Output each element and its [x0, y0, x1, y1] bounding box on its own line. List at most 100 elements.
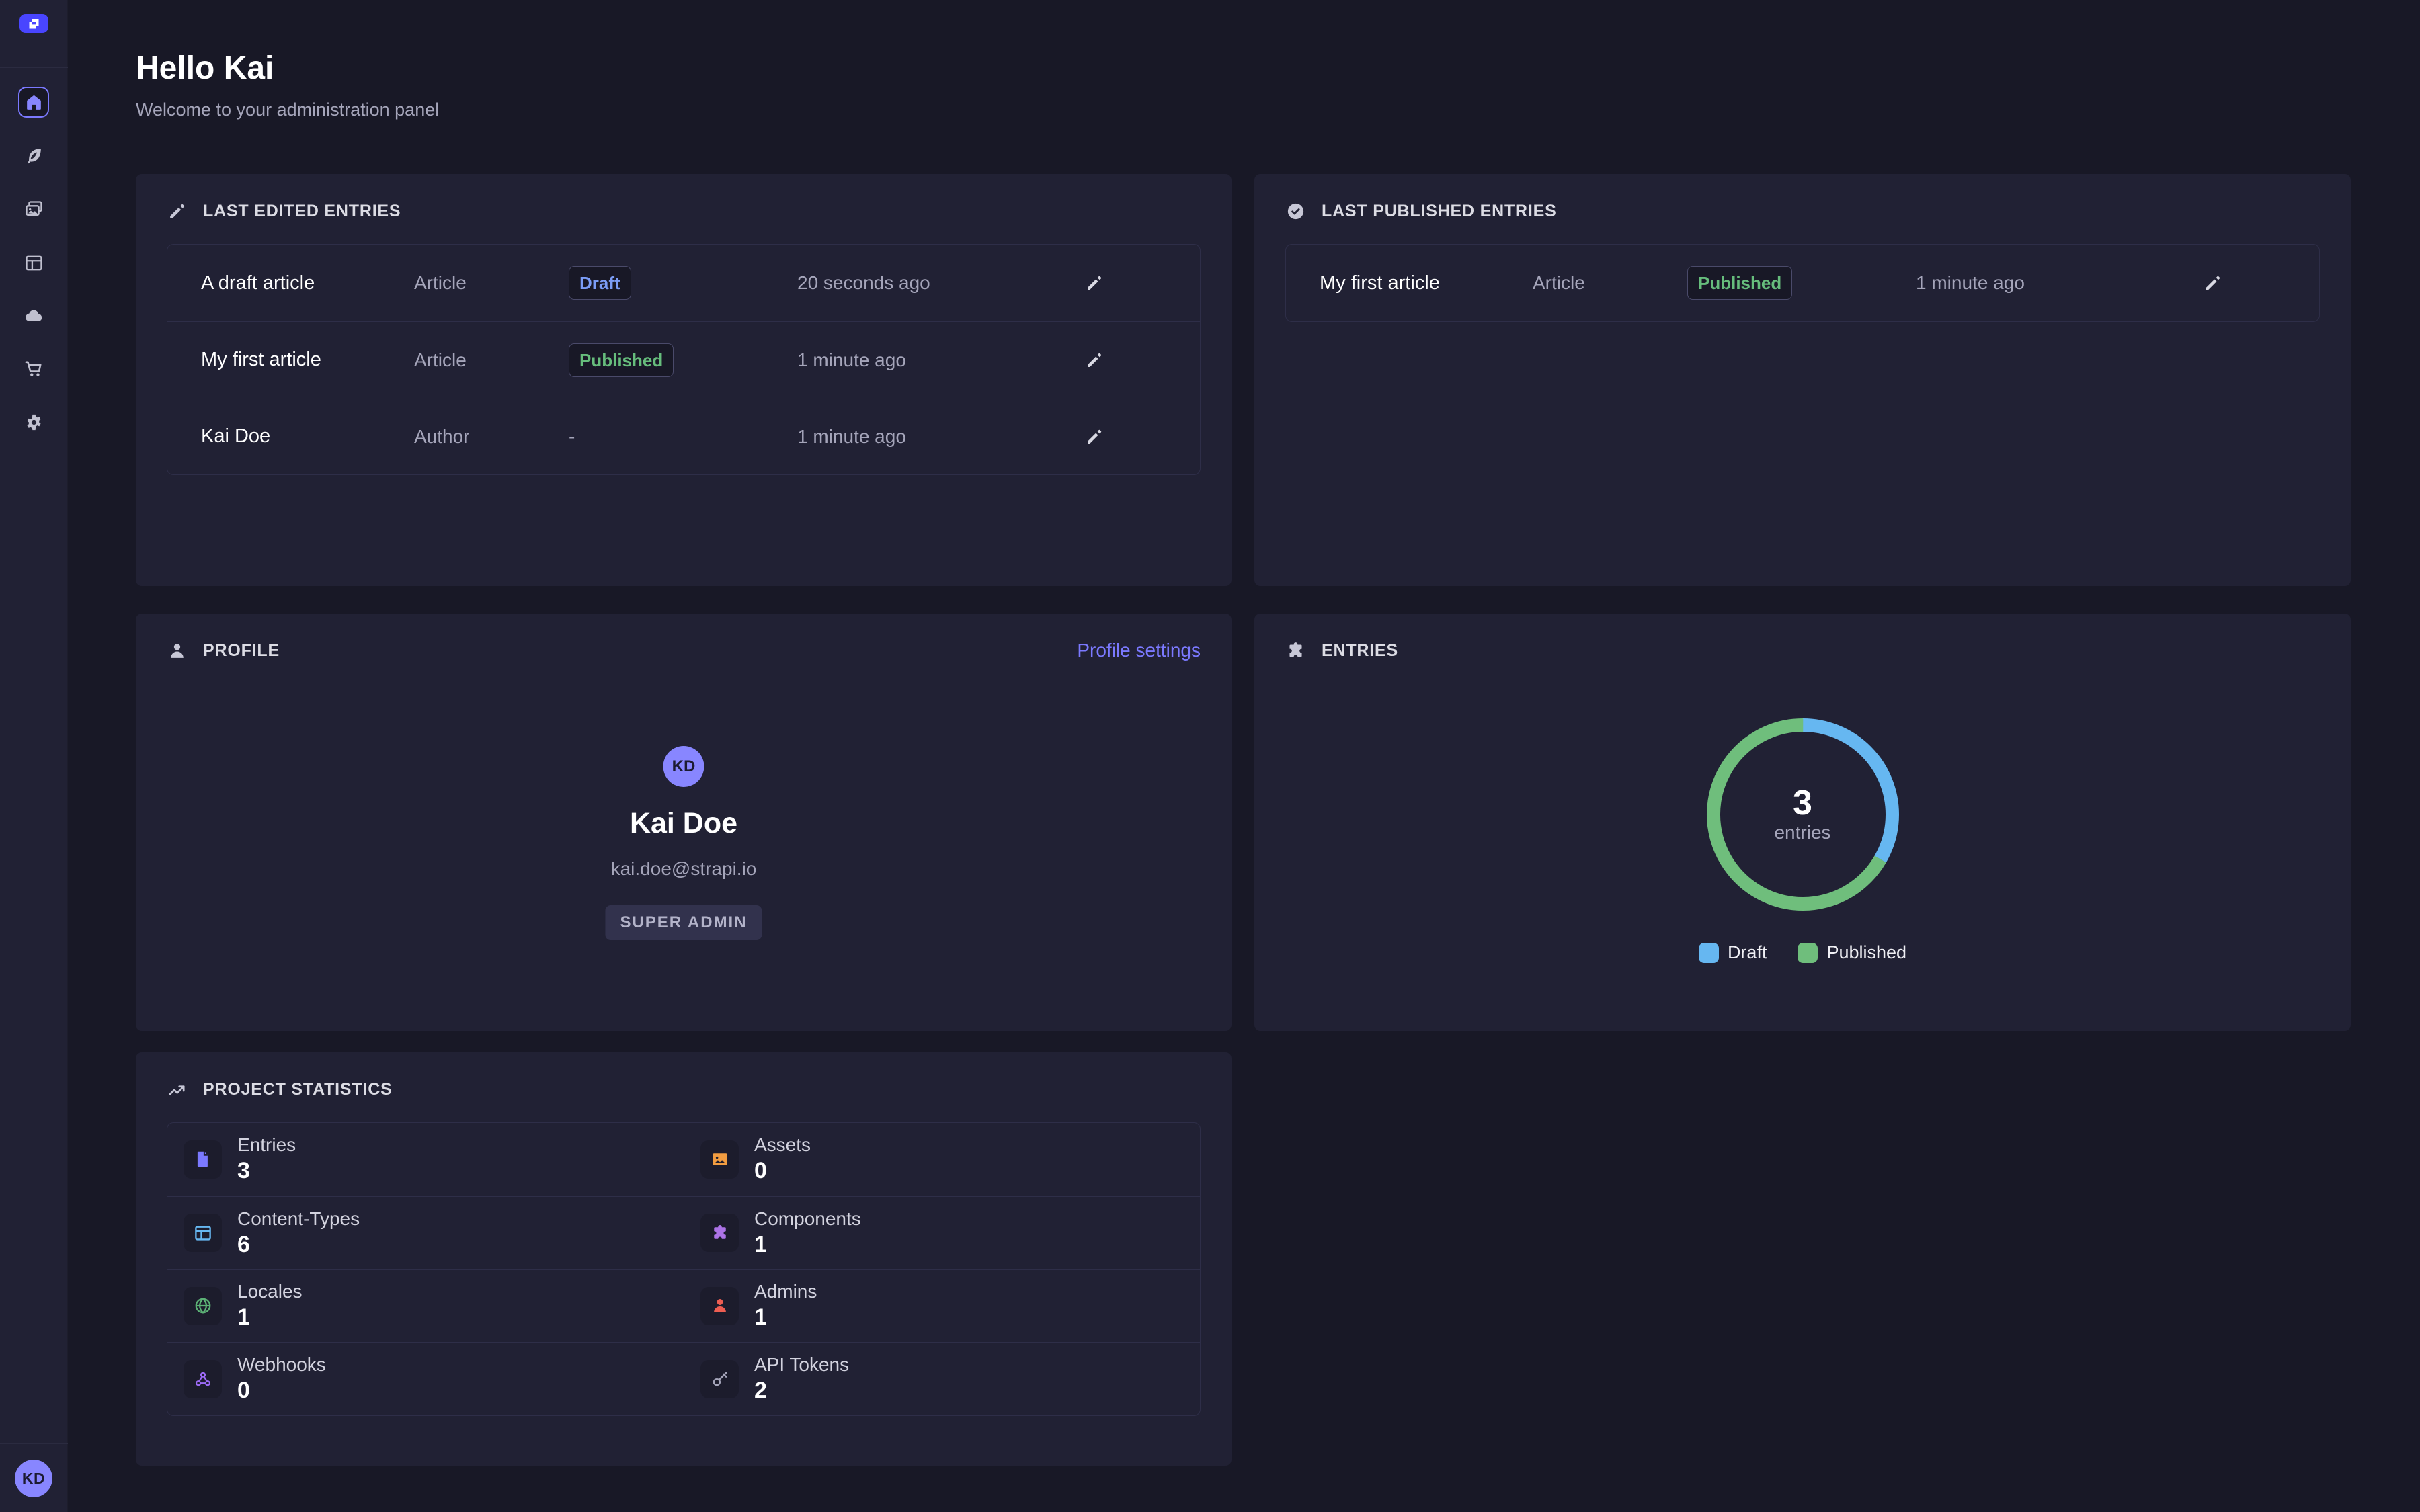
stat-value: 0 [237, 1378, 326, 1404]
key-icon [700, 1360, 739, 1398]
entry-time: 20 seconds ago [797, 272, 1081, 294]
media-library-icon [24, 199, 44, 220]
donut-total-label: entries [1705, 822, 1900, 843]
legend-swatch-draft [1699, 943, 1719, 963]
table-row: My first article Article Published 1 min… [1286, 245, 2319, 321]
profile-email: kai.doe@strapi.io [136, 858, 1232, 880]
feather-pen-icon [24, 145, 44, 166]
profile-role-badge: SUPER ADMIN [605, 905, 762, 940]
last-published-table: My first article Article Published 1 min… [1285, 244, 2320, 322]
entry-type: Article [1533, 272, 1687, 294]
profile-avatar: KD [663, 746, 704, 787]
stat-label: Entries [237, 1134, 296, 1156]
panel-header: LAST PUBLISHED ENTRIES [1285, 198, 2320, 224]
stat-label: Content-Types [237, 1208, 360, 1230]
panel-title: PROFILE [203, 641, 280, 661]
legend-item-published: Published [1798, 942, 1906, 963]
sidebar: KD [0, 0, 68, 1512]
pencil-icon [1084, 350, 1104, 370]
stat-value: 3 [237, 1158, 296, 1184]
layout-icon [24, 253, 44, 274]
stat-api-tokens: API Tokens 2 [684, 1342, 1200, 1415]
pencil-icon [1084, 427, 1104, 447]
stat-label: API Tokens [754, 1354, 849, 1376]
panel-title: LAST PUBLISHED ENTRIES [1322, 202, 1557, 221]
stat-label: Webhooks [237, 1354, 326, 1376]
legend-item-draft: Draft [1699, 942, 1767, 963]
sidebar-divider-bottom [0, 1443, 68, 1444]
status-badge: Published [569, 343, 674, 377]
sidebar-item-home[interactable] [18, 87, 49, 118]
entry-title: A draft article [201, 272, 414, 294]
image-icon [700, 1140, 739, 1179]
sidebar-item-marketplace[interactable] [18, 353, 49, 384]
donut-center: 3 entries [1705, 784, 1900, 843]
pencil-icon [1084, 273, 1104, 293]
stat-label: Components [754, 1208, 861, 1230]
stat-value: 0 [754, 1158, 811, 1184]
profile-name: Kai Doe [136, 807, 1232, 840]
entry-title: My first article [201, 349, 414, 371]
home-icon [24, 92, 44, 113]
entry-title: Kai Doe [201, 425, 414, 448]
entry-type: Article [414, 349, 569, 371]
layout-icon [184, 1214, 222, 1252]
check-circle-icon [1285, 201, 1306, 222]
settings-gear-icon [24, 412, 44, 433]
panel-header: ENTRIES [1285, 638, 2320, 663]
strapi-logo[interactable] [19, 14, 48, 33]
table-row: Kai Doe Author - 1 minute ago [167, 398, 1200, 474]
panel-profile: PROFILE Profile settings KD Kai Doe kai.… [136, 614, 1232, 1031]
panel-title: LAST EDITED ENTRIES [203, 202, 401, 221]
marketplace-cart-icon [24, 358, 44, 379]
stat-value: 1 [237, 1304, 302, 1331]
pencil-icon [2203, 273, 2223, 293]
sidebar-item-content-type-builder[interactable] [18, 247, 49, 278]
panel-last-published-entries: LAST PUBLISHED ENTRIES My first article … [1254, 174, 2351, 586]
stat-assets: Assets 0 [684, 1123, 1200, 1196]
entry-time: 1 minute ago [1916, 272, 2200, 294]
edit-entry-button[interactable] [1081, 347, 1108, 374]
trend-up-icon [167, 1079, 188, 1100]
stat-value: 1 [754, 1232, 861, 1258]
page-title: Hello Kai [136, 50, 274, 87]
entry-type: Article [414, 272, 569, 294]
table-row: A draft article Article Draft 20 seconds… [167, 245, 1200, 321]
entries-donut-chart: 3 entries [1705, 717, 1900, 912]
stat-value: 6 [237, 1232, 360, 1258]
status-badge: Published [1687, 266, 1792, 300]
chart-legend: Draft Published [1254, 942, 2351, 963]
panel-header: PROJECT STATISTICS [167, 1077, 1201, 1102]
edit-entry-button[interactable] [1081, 423, 1108, 450]
stat-label: Assets [754, 1134, 811, 1156]
puzzle-icon [700, 1214, 739, 1252]
sidebar-item-deploy-cloud[interactable] [18, 300, 49, 331]
panel-title: ENTRIES [1322, 641, 1398, 661]
strapi-logo-icon [27, 17, 41, 31]
status-badge: Draft [569, 266, 631, 300]
edit-entry-button[interactable] [2200, 269, 2226, 296]
stat-components: Components 1 [684, 1196, 1200, 1269]
table-row: My first article Article Published 1 min… [167, 321, 1200, 398]
user-icon [167, 640, 188, 661]
stat-value: 2 [754, 1378, 849, 1404]
sidebar-item-settings[interactable] [18, 407, 49, 437]
legend-label-draft: Draft [1728, 942, 1767, 963]
entry-time: 1 minute ago [797, 426, 1081, 448]
sidebar-item-content-manager[interactable] [18, 140, 49, 171]
stat-label: Locales [237, 1281, 302, 1302]
profile-settings-link[interactable]: Profile settings [1077, 640, 1201, 661]
webhook-icon [184, 1360, 222, 1398]
pencil-icon [167, 201, 188, 222]
stat-webhooks: Webhooks 0 [167, 1342, 684, 1415]
donut-total-value: 3 [1705, 784, 1900, 822]
last-edited-table: A draft article Article Draft 20 seconds… [167, 244, 1201, 475]
sidebar-user-avatar[interactable]: KD [15, 1460, 52, 1497]
panel-title: PROJECT STATISTICS [203, 1080, 393, 1099]
file-icon [184, 1140, 222, 1179]
legend-swatch-published [1798, 943, 1818, 963]
edit-entry-button[interactable] [1081, 269, 1108, 296]
project-statistics-grid: Entries 3 Assets 0 Content-Types 6 [167, 1122, 1201, 1416]
legend-label-published: Published [1826, 942, 1906, 963]
sidebar-item-media-library[interactable] [18, 194, 49, 224]
